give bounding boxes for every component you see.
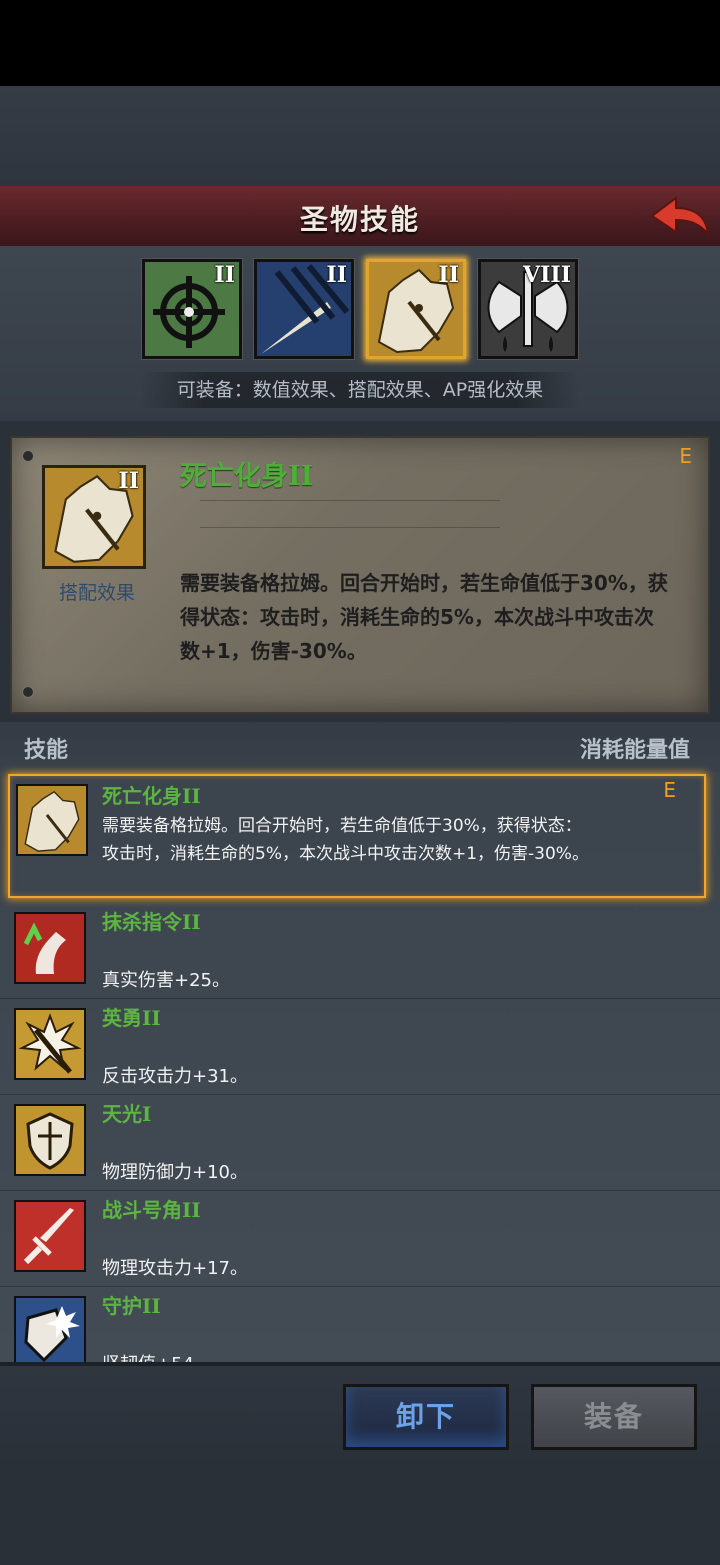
skill-row[interactable]: 抹杀指令II 真实伤害+25。 <box>0 902 720 999</box>
skill-name: 守护II <box>102 1290 161 1319</box>
relic-tab-axe[interactable]: VIII <box>478 259 578 359</box>
skill-row[interactable]: 天光I 物理防御力+10。 <box>0 1094 720 1191</box>
title-bar: 圣物技能 <box>0 186 720 248</box>
skill-name-text: 英勇 <box>102 1006 142 1030</box>
skill-level: I <box>142 1102 152 1126</box>
skill-icon <box>14 1296 86 1362</box>
footer-area <box>0 1466 720 1565</box>
shield-icon <box>26 1112 74 1170</box>
skill-name-text: 战斗号角 <box>102 1198 182 1222</box>
skill-name: 英勇II <box>102 1002 161 1031</box>
relic-tab-crosshair[interactable]: II <box>142 259 242 359</box>
spear-burst-icon <box>18 1013 82 1074</box>
skill-desc: 物理攻击力+17。 <box>102 1258 248 1279</box>
skill-name: 天光I <box>102 1098 151 1127</box>
detail-skill-name: 死亡化身II <box>180 454 313 493</box>
relic-level: VIII <box>523 262 571 288</box>
guard-burst-icon <box>24 1306 80 1362</box>
relic-level: II <box>326 262 347 288</box>
skill-level: II <box>182 784 201 808</box>
detail-skill-desc: 需要装备格拉姆。回合开始时，若生命值低于30%，获得状态：攻击时，消耗生命的5%… <box>180 571 668 663</box>
sword-icon <box>23 1208 74 1265</box>
equipped-mark: E <box>663 778 676 802</box>
detail-icon-level: II <box>118 468 139 494</box>
action-bar: 卸下 装备 <box>0 1362 720 1470</box>
page-title: 圣物技能 <box>299 203 420 236</box>
skill-name: 抹杀指令II <box>102 906 201 935</box>
skill-level: II <box>182 1198 201 1222</box>
pin-icon <box>22 686 34 698</box>
skill-detail-card: E II 搭配效果 死亡化身II 需要装备格拉姆。回合开始时，若生命值低于30%… <box>10 436 710 714</box>
skill-row[interactable]: 战斗号角II 物理攻击力+17。 <box>0 1190 720 1287</box>
skill-desc: 真实伤害+25。 <box>102 970 230 991</box>
skill-row-selected[interactable]: 死亡化身II E 需要装备格拉姆。回合开始时，若生命值低于30%，获得状态：攻击… <box>8 774 706 898</box>
detail-skill-name-text: 死亡化身 <box>180 461 288 492</box>
skill-desc: 反击攻击力+31。 <box>102 1066 248 1087</box>
detail-divider-lines <box>200 500 500 554</box>
skill-icon <box>16 784 88 856</box>
arm-strike-icon <box>23 922 66 974</box>
skill-level: II <box>182 910 201 934</box>
relic-tab-claw[interactable]: II <box>254 259 354 359</box>
unequip-button[interactable]: 卸下 <box>343 1384 509 1450</box>
relic-tab-death-avatar[interactable]: II <box>366 259 466 359</box>
equip-button[interactable]: 装备 <box>531 1384 697 1450</box>
skill-icon <box>14 912 86 984</box>
skill-icon <box>14 1200 86 1272</box>
skill-name-text: 抹杀指令 <box>102 910 182 934</box>
pin-icon <box>22 450 34 462</box>
skill-list[interactable]: 技能 消耗能量值 死亡化身II E 需要装备格拉姆。回合开始时，若生命值低于30… <box>0 722 720 1362</box>
relic-tabs: II II II VIII <box>142 259 578 359</box>
death-beast-icon <box>24 790 80 852</box>
skill-icon <box>14 1104 86 1176</box>
list-header-energy: 消耗能量值 <box>579 738 690 763</box>
status-bar <box>0 0 720 86</box>
skill-name-text: 天光 <box>102 1102 142 1126</box>
detail-skill-level: II <box>288 461 314 492</box>
skill-name: 战斗号角II <box>102 1194 201 1223</box>
relic-level: II <box>438 262 459 288</box>
relic-level: II <box>214 262 235 288</box>
detail-icon-label: 搭配效果 <box>58 582 135 604</box>
skill-desc: 需要装备格拉姆。回合开始时，若生命值低于30%，获得状态：攻击时，消耗生命的5%… <box>102 816 589 864</box>
skill-row[interactable]: 守护II 坚韧值+54 <box>0 1286 720 1362</box>
skill-name: 死亡化身II <box>102 780 201 809</box>
skill-row[interactable]: 英勇II 反击攻击力+31。 <box>0 998 720 1095</box>
skill-level: II <box>142 1006 161 1030</box>
skill-level: II <box>142 1294 161 1318</box>
skill-desc: 坚韧值+54 <box>102 1350 194 1362</box>
detail-skill-icon: II <box>42 465 146 569</box>
list-header: 技能 消耗能量值 <box>0 722 720 772</box>
equip-hint: 可装备：数值效果、搭配效果、AP强化效果 <box>140 372 580 408</box>
equipped-mark: E <box>679 444 692 468</box>
list-header-skill: 技能 <box>24 738 69 763</box>
skill-icon <box>14 1008 86 1080</box>
skill-name-text: 死亡化身 <box>102 784 182 808</box>
skill-desc: 物理防御力+10。 <box>102 1162 248 1183</box>
background-band <box>0 86 720 186</box>
back-arrow-icon[interactable] <box>646 194 712 240</box>
skill-name-text: 守护 <box>102 1294 142 1318</box>
